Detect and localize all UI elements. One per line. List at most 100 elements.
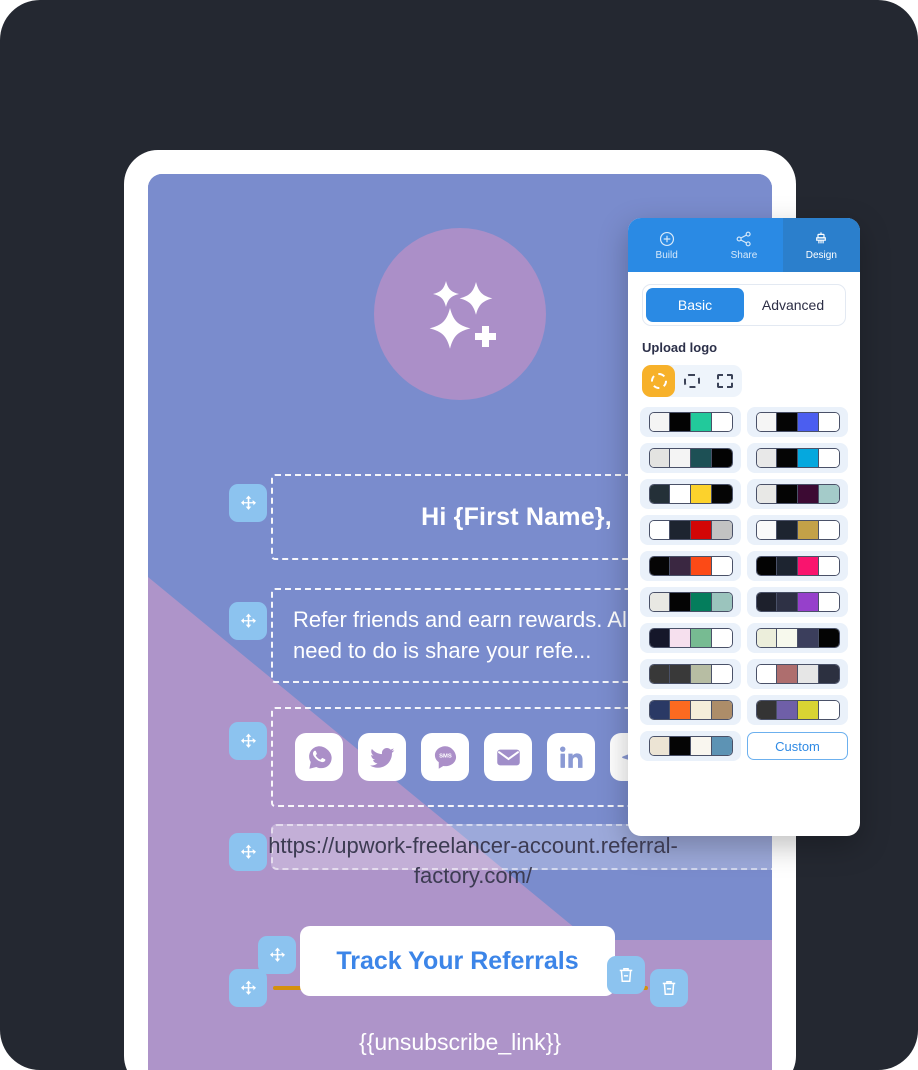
- palette-option[interactable]: [747, 551, 848, 581]
- palette-option[interactable]: [747, 515, 848, 545]
- palette-swatch: [776, 593, 797, 611]
- circle-shape-option[interactable]: [642, 365, 675, 397]
- palette-swatch: [649, 737, 670, 755]
- palette-option[interactable]: [640, 731, 741, 761]
- palette-swatch: [756, 665, 777, 683]
- palette-swatch-strip: [755, 628, 840, 648]
- palette-swatch-strip: [755, 520, 840, 540]
- palette-swatch-strip: [755, 664, 840, 684]
- drag-handle-divider[interactable]: [229, 969, 267, 1007]
- palette-swatch: [797, 557, 818, 575]
- rounded-square-shape-option[interactable]: [675, 365, 708, 397]
- email-logo-badge: [374, 228, 546, 400]
- palette-swatch-strip: [648, 592, 733, 612]
- palette-swatch-strip: [755, 484, 840, 504]
- palette-swatch-strip: [648, 628, 733, 648]
- palette-option[interactable]: [747, 695, 848, 725]
- social-icon-sms[interactable]: SMS: [421, 733, 469, 781]
- share-nodes-icon: [736, 231, 751, 246]
- palette-swatch-strip: [648, 412, 733, 432]
- palette-swatch: [710, 665, 732, 683]
- palette-option[interactable]: [640, 659, 741, 689]
- palette-swatch-strip: [648, 556, 733, 576]
- palette-swatch: [669, 557, 690, 575]
- segment-advanced-label: Advanced: [761, 297, 825, 313]
- segment-advanced[interactable]: Advanced: [744, 288, 842, 322]
- palette-swatch: [649, 557, 670, 575]
- palette-swatch: [690, 629, 711, 647]
- referral-url-text: https://upwork-freelancer-account.referr…: [268, 833, 678, 888]
- social-icon-email[interactable]: [484, 733, 532, 781]
- delete-cta-button[interactable]: [607, 956, 645, 994]
- palette-option[interactable]: [640, 443, 741, 473]
- palette-option[interactable]: [747, 479, 848, 509]
- basic-advanced-segmented-control: Basic Advanced: [642, 284, 846, 326]
- trash-icon: [662, 981, 676, 995]
- segment-basic[interactable]: Basic: [646, 288, 744, 322]
- social-icon-whatsapp[interactable]: [295, 733, 343, 781]
- palette-option[interactable]: [747, 623, 848, 653]
- palette-swatch: [710, 737, 732, 755]
- tab-share[interactable]: Share: [705, 218, 782, 272]
- palette-option[interactable]: [640, 623, 741, 653]
- palette-option[interactable]: [747, 659, 848, 689]
- palette-option[interactable]: [640, 479, 741, 509]
- social-icon-twitter[interactable]: [358, 733, 406, 781]
- palette-option[interactable]: [640, 515, 741, 545]
- palette-swatch: [669, 449, 690, 467]
- palette-swatch: [690, 557, 711, 575]
- plus-circle-icon: [659, 231, 674, 246]
- trash-icon: [619, 968, 633, 982]
- palette-swatch: [756, 593, 777, 611]
- paintbrush-icon: [816, 231, 827, 243]
- palette-swatch: [710, 593, 732, 611]
- palette-swatch: [756, 413, 777, 431]
- move-arrows-icon: [269, 947, 285, 962]
- palette-swatch: [817, 701, 839, 719]
- drag-handle-cta[interactable]: [258, 936, 296, 974]
- palette-option[interactable]: [747, 407, 848, 437]
- segment-basic-label: Basic: [677, 297, 713, 313]
- drag-handle-social[interactable]: [229, 722, 267, 760]
- tab-design[interactable]: Design: [782, 218, 860, 272]
- palette-swatch: [710, 449, 732, 467]
- square-shape-option[interactable]: [708, 365, 741, 397]
- move-arrows-icon: [240, 613, 256, 628]
- palette-option[interactable]: [747, 587, 848, 617]
- palette-swatch: [797, 521, 818, 539]
- palette-swatch: [690, 701, 711, 719]
- palette-swatch-strip: [648, 448, 733, 468]
- drag-handle-greeting[interactable]: [229, 484, 267, 522]
- palette-swatch: [797, 413, 818, 431]
- palette-option[interactable]: [640, 407, 741, 437]
- palette-option[interactable]: [640, 695, 741, 725]
- palette-swatch: [649, 701, 670, 719]
- palette-swatch: [649, 665, 670, 683]
- upload-logo-heading: Upload logo: [642, 340, 718, 355]
- palette-option[interactable]: [640, 587, 741, 617]
- delete-divider-button[interactable]: [650, 969, 688, 1007]
- palette-swatch-strip: [648, 664, 733, 684]
- palette-swatch: [710, 557, 732, 575]
- palette-swatch: [797, 701, 818, 719]
- drag-handle-url[interactable]: [229, 833, 267, 871]
- custom-palette-button[interactable]: Custom: [747, 732, 848, 760]
- palette-option[interactable]: [747, 443, 848, 473]
- palette-swatch: [649, 485, 670, 503]
- palette-swatch: [756, 485, 777, 503]
- twitter-icon: [369, 747, 394, 768]
- social-icon-linkedin[interactable]: [547, 733, 595, 781]
- tab-build[interactable]: Build: [628, 218, 705, 272]
- palette-swatch: [669, 701, 690, 719]
- move-arrows-icon: [240, 844, 256, 859]
- palette-swatch: [669, 485, 690, 503]
- palette-swatch: [776, 701, 797, 719]
- linkedin-icon: [559, 745, 583, 768]
- palette-swatch: [797, 593, 818, 611]
- palette-swatch: [776, 629, 797, 647]
- palette-option[interactable]: [640, 551, 741, 581]
- palette-swatch: [669, 593, 690, 611]
- drag-handle-paragraph[interactable]: [229, 602, 267, 640]
- track-referrals-button[interactable]: Track Your Referrals: [300, 926, 615, 996]
- palette-swatch: [690, 593, 711, 611]
